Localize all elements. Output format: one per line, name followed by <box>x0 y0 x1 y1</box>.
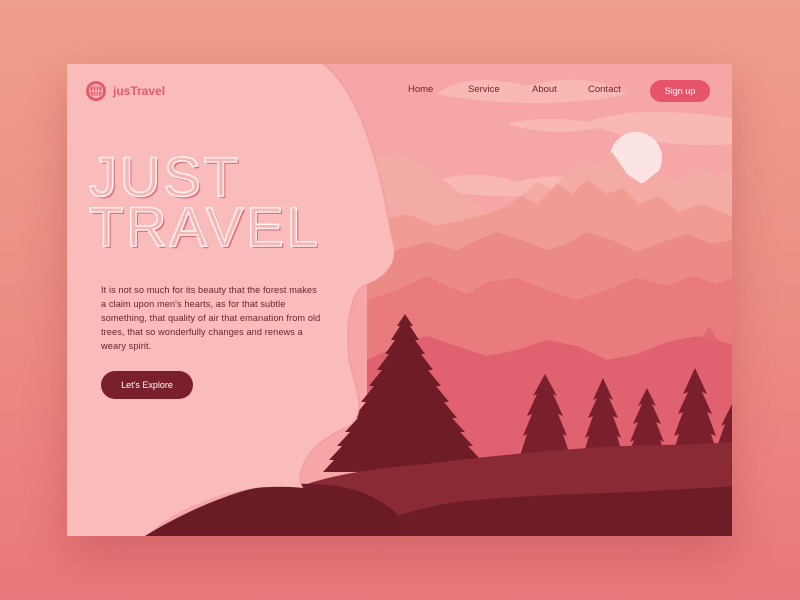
landing-card: jusTravel Home Service About Contact Sig… <box>67 64 732 536</box>
main-nav: Home Service About Contact <box>408 84 648 95</box>
nav-link-about[interactable]: About <box>532 84 588 95</box>
hero-description: It is not so much for its beauty that th… <box>101 285 321 351</box>
hero-title: JUST TRAVEL <box>88 148 321 258</box>
nav-link-service[interactable]: Service <box>468 84 532 95</box>
nav-link-home[interactable]: Home <box>408 84 468 95</box>
sign-up-button[interactable]: Sign up <box>650 80 710 102</box>
hero-title-line-2: TRAVEL <box>88 195 321 258</box>
lets-explore-button[interactable]: Let's Explore <box>101 371 193 399</box>
globe-icon <box>86 81 106 101</box>
brand-name: jusTravel <box>113 84 166 98</box>
brand-logo[interactable]: jusTravel <box>85 80 165 102</box>
nav-link-contact[interactable]: Contact <box>588 84 648 95</box>
